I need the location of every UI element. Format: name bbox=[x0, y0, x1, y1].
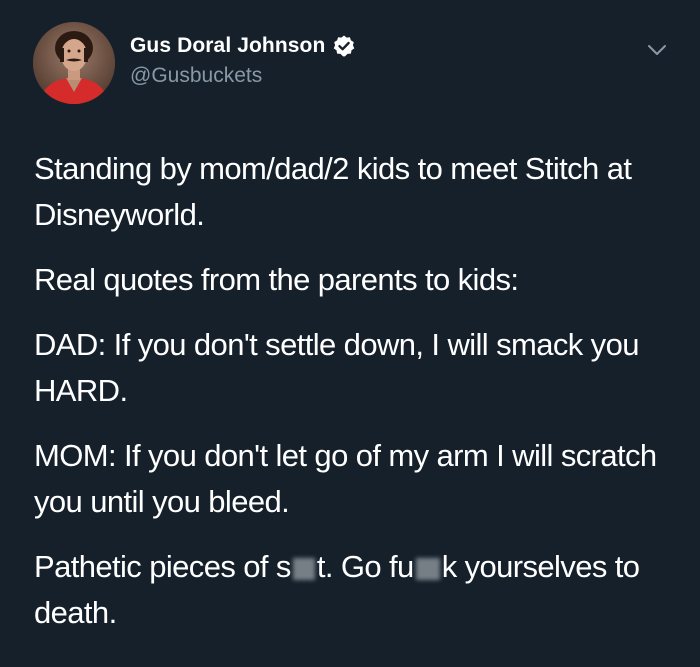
avatar[interactable] bbox=[33, 22, 115, 104]
tweet-text-segment: Pathetic pieces of s bbox=[34, 549, 291, 584]
censor-blur bbox=[415, 557, 440, 580]
tweet-paragraph: MOM: If you don't let go of my arm I wil… bbox=[34, 438, 657, 519]
name-row: Gus Doral Johnson bbox=[130, 34, 356, 58]
tweet-card: Gus Doral Johnson @Gusbuckets Standing b… bbox=[0, 0, 700, 667]
tweet-paragraph: DAD: If you don't settle down, I will sm… bbox=[34, 327, 639, 408]
display-name[interactable]: Gus Doral Johnson bbox=[130, 34, 325, 58]
profile-photo-icon bbox=[33, 22, 115, 104]
verified-badge-icon bbox=[332, 34, 356, 58]
tweet-paragraph: Real quotes from the parents to kids: bbox=[34, 262, 519, 297]
tweet-text: Standing by mom/dad/2 kids to meet Stitc… bbox=[34, 146, 674, 655]
chevron-down-icon[interactable] bbox=[645, 38, 669, 62]
censor-blur bbox=[292, 557, 315, 580]
tweet-paragraph-censored: Pathetic pieces of s t. Go fu k yourselves… bbox=[34, 544, 674, 636]
user-handle[interactable]: @Gusbuckets bbox=[130, 64, 262, 88]
tweet-paragraph: Standing by mom/dad/2 kids to meet Stitc… bbox=[34, 151, 632, 232]
tweet-text-segment: t. Go fu bbox=[316, 549, 414, 584]
